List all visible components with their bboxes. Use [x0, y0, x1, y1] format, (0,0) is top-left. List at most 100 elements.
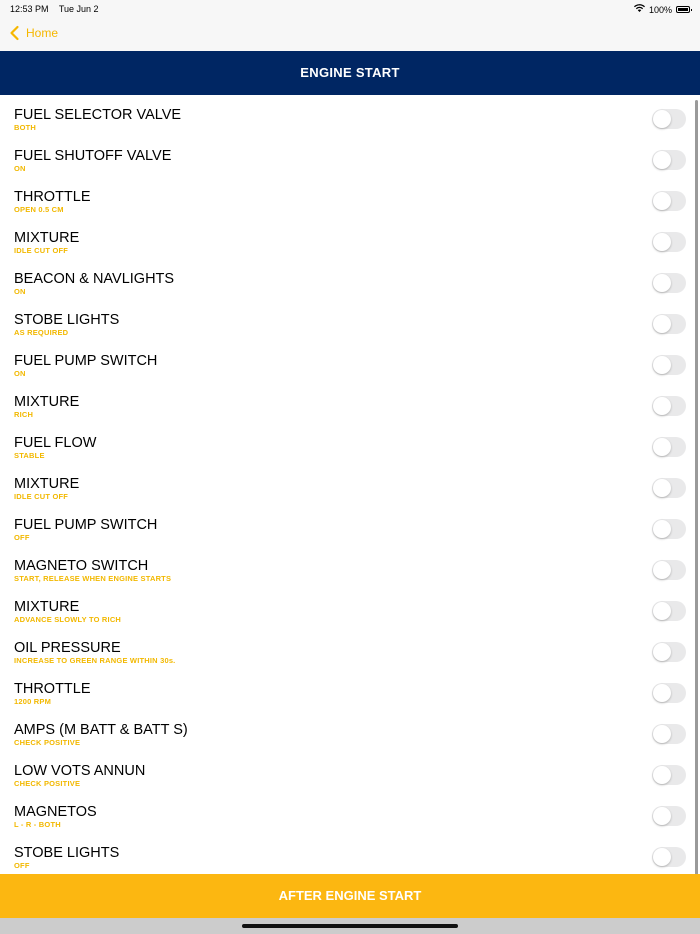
checklist-item: BEACON & NAVLIGHTS ON [0, 259, 700, 300]
checklist-item-subtitle: OFF [14, 861, 30, 870]
toggle-knob [653, 315, 671, 333]
checklist-item-title: STOBE LIGHTS [14, 312, 120, 328]
checklist-item-title: MIXTURE [14, 394, 80, 410]
home-indicator-area [0, 918, 700, 934]
toggle-knob [653, 766, 671, 784]
checklist-item-title: OIL PRESSURE [14, 640, 121, 656]
checklist-item-toggle[interactable] [652, 109, 686, 129]
checklist-item-subtitle: START, RELEASE WHEN ENGINE STARTS [14, 574, 172, 583]
checklist-item-toggle[interactable] [652, 724, 686, 744]
checklist-item-toggle[interactable] [652, 355, 686, 375]
toggle-knob [653, 807, 671, 825]
chevron-left-icon [10, 25, 19, 41]
checklist-item: MIXTURE RICH [0, 382, 700, 423]
checklist-item-toggle[interactable] [652, 232, 686, 252]
checklist-item-title: FUEL PUMP SWITCH [14, 353, 158, 369]
checklist-item-toggle[interactable] [652, 396, 686, 416]
toggle-knob [653, 151, 671, 169]
checklist-item-title: FUEL FLOW [14, 435, 97, 451]
checklist-item: THROTTLE 1200 RPM [0, 669, 700, 710]
checklist-item-title: STOBE LIGHTS [14, 845, 120, 861]
toggle-knob [653, 684, 671, 702]
checklist-item-subtitle: CHECK POSITIVE [14, 779, 81, 788]
checklist-item-toggle[interactable] [652, 519, 686, 539]
checklist-item-subtitle: IDLE CUT OFF [14, 492, 69, 501]
checklist-item-toggle[interactable] [652, 806, 686, 826]
checklist-item-toggle[interactable] [652, 847, 686, 867]
checklist-item-toggle[interactable] [652, 150, 686, 170]
checklist-item-subtitle: OPEN 0.5 CM [14, 205, 64, 214]
checklist-item: LOW VOTS ANNUN CHECK POSITIVE [0, 751, 700, 792]
checklist-item-title: MIXTURE [14, 230, 80, 246]
checklist-item-toggle[interactable] [652, 191, 686, 211]
checklist: FUEL SELECTOR VALVE BOTH FUEL SHUTOFF VALV… [0, 95, 700, 874]
checklist-item-subtitle: AS REQUIRED [14, 328, 69, 337]
checklist-item-subtitle: ADVANCE SLOWLY TO RICH [14, 615, 122, 624]
back-button[interactable]: Home [8, 25, 58, 41]
toggle-knob [653, 848, 671, 866]
checklist-item-subtitle: ON [14, 164, 26, 173]
scrollbar[interactable] [695, 100, 698, 882]
checklist-item: FUEL SHUTOFF VALVE ON [0, 136, 700, 177]
checklist-item: MAGNETOS L - R - BOTH [0, 792, 700, 833]
toggle-knob [653, 561, 671, 579]
checklist-item-subtitle: ON [14, 369, 26, 378]
toggle-knob [653, 479, 671, 497]
toggle-knob [653, 274, 671, 292]
checklist-item-toggle[interactable] [652, 273, 686, 293]
checklist-item-title: FUEL SELECTOR VALVE [14, 107, 182, 123]
checklist-item-subtitle: ON [14, 287, 26, 296]
toggle-knob [653, 356, 671, 374]
toggle-knob [653, 233, 671, 251]
home-indicator[interactable] [242, 924, 458, 928]
checklist-item: STOBE LIGHTS OFF [0, 833, 700, 874]
checklist-item-toggle[interactable] [652, 642, 686, 662]
checklist-item: FUEL FLOW STABLE [0, 423, 700, 464]
checklist-item-title: MAGNETO SWITCH [14, 558, 149, 574]
checklist-item-toggle[interactable] [652, 765, 686, 785]
checklist-item-title: AMPS (M BATT & BATT S) [14, 722, 188, 738]
toggle-knob [653, 110, 671, 128]
battery-percent: 100% [648, 4, 672, 15]
back-button-label: Home [26, 26, 59, 40]
toggle-knob [653, 643, 671, 661]
toggle-knob [653, 192, 671, 210]
checklist-item: OIL PRESSURE INCREASE TO GREEN RANGE WITH… [0, 628, 700, 669]
checklist-item: MIXTURE ADVANCE SLOWLY TO RICH [0, 587, 700, 628]
checklist-item-subtitle: L - R - BOTH [14, 820, 61, 829]
checklist-item: MIXTURE IDLE CUT OFF [0, 464, 700, 505]
checklist-item-toggle[interactable] [652, 683, 686, 703]
checklist-item-title: MIXTURE [14, 476, 80, 492]
checklist-item-title: THROTTLE [14, 189, 91, 205]
toggle-knob [653, 438, 671, 456]
status-date: Tue Jun 2 [58, 4, 99, 14]
toggle-knob [653, 725, 671, 743]
status-time-date: 12:53 PM Tue Jun 2 [10, 4, 107, 14]
checklist-item: MIXTURE IDLE CUT OFF [0, 218, 700, 259]
checklist-item-toggle[interactable] [652, 560, 686, 580]
checklist-item: FUEL SELECTOR VALVE BOTH [0, 95, 700, 136]
checklist-item-title: MIXTURE [14, 599, 80, 615]
toggle-knob [653, 602, 671, 620]
status-indicators: 100% [633, 4, 692, 15]
battery-icon [676, 6, 692, 13]
toggle-knob [653, 520, 671, 538]
checklist-item-toggle[interactable] [652, 437, 686, 457]
checklist-item-toggle[interactable] [652, 478, 686, 498]
after-engine-start-button[interactable]: AFTER ENGINE START [0, 874, 700, 918]
checklist-item-subtitle: CHECK POSITIVE [14, 738, 81, 747]
checklist-item: AMPS (M BATT & BATT S) CHECK POSITIVE [0, 710, 700, 751]
checklist-item-toggle[interactable] [652, 314, 686, 334]
checklist-item: FUEL PUMP SWITCH OFF [0, 505, 700, 546]
checklist-item-subtitle: INCREASE TO GREEN RANGE WITHIN 30s. [14, 656, 176, 665]
checklist-item-toggle[interactable] [652, 601, 686, 621]
toggle-knob [653, 397, 671, 415]
page-title: ENGINE START [0, 51, 700, 95]
checklist-item-title: FUEL PUMP SWITCH [14, 517, 158, 533]
checklist-item-subtitle: 1200 RPM [14, 697, 52, 706]
checklist-item-subtitle: STABLE [14, 451, 45, 460]
checklist-item-title: LOW VOTS ANNUN [14, 763, 146, 779]
checklist-item-title: BEACON & NAVLIGHTS [14, 271, 175, 287]
checklist-item: MAGNETO SWITCH START, RELEASE WHEN ENGINE… [0, 546, 700, 587]
navigation-bar: Home [0, 18, 700, 51]
